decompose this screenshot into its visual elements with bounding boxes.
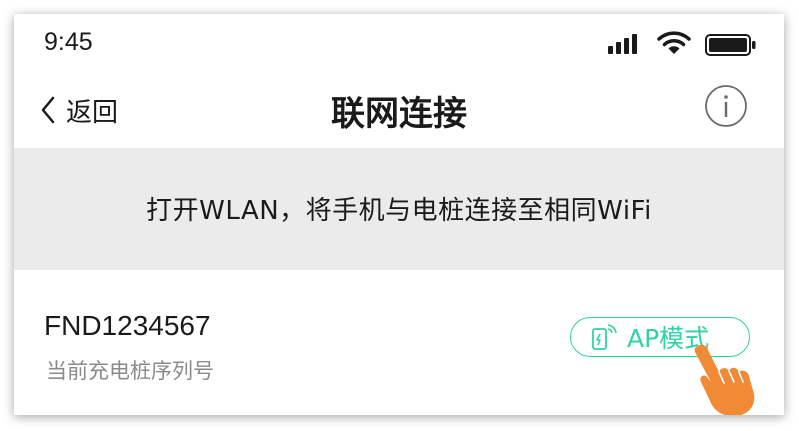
pointing-hand-icon xyxy=(694,344,755,415)
signal-icon xyxy=(608,34,637,54)
page-title: 联网连接 xyxy=(331,94,467,134)
device-row: FND1234567 当前充电桩序列号 AP模式 xyxy=(14,270,784,415)
battery-icon xyxy=(705,34,756,56)
phone-screen: 9:45 返回 联网连接 打开WLAN，将手机与电桩连接至相同WiFi FND1… xyxy=(14,14,784,415)
wifi-icon xyxy=(657,31,691,54)
nav-bar: 返回 联网连接 xyxy=(14,76,784,146)
serial-caption: 当前充电桩序列号 xyxy=(46,359,214,383)
serial-number: FND1234567 xyxy=(44,310,211,341)
info-icon[interactable] xyxy=(704,84,748,128)
status-time: 9:45 xyxy=(44,28,93,56)
charger-wifi-icon xyxy=(592,324,617,350)
instruction-banner: 打开WLAN，将手机与电桩连接至相同WiFi xyxy=(14,148,784,270)
status-bar: 9:45 xyxy=(14,14,784,76)
banner-text: 打开WLAN，将手机与电桩连接至相同WiFi xyxy=(146,196,652,226)
